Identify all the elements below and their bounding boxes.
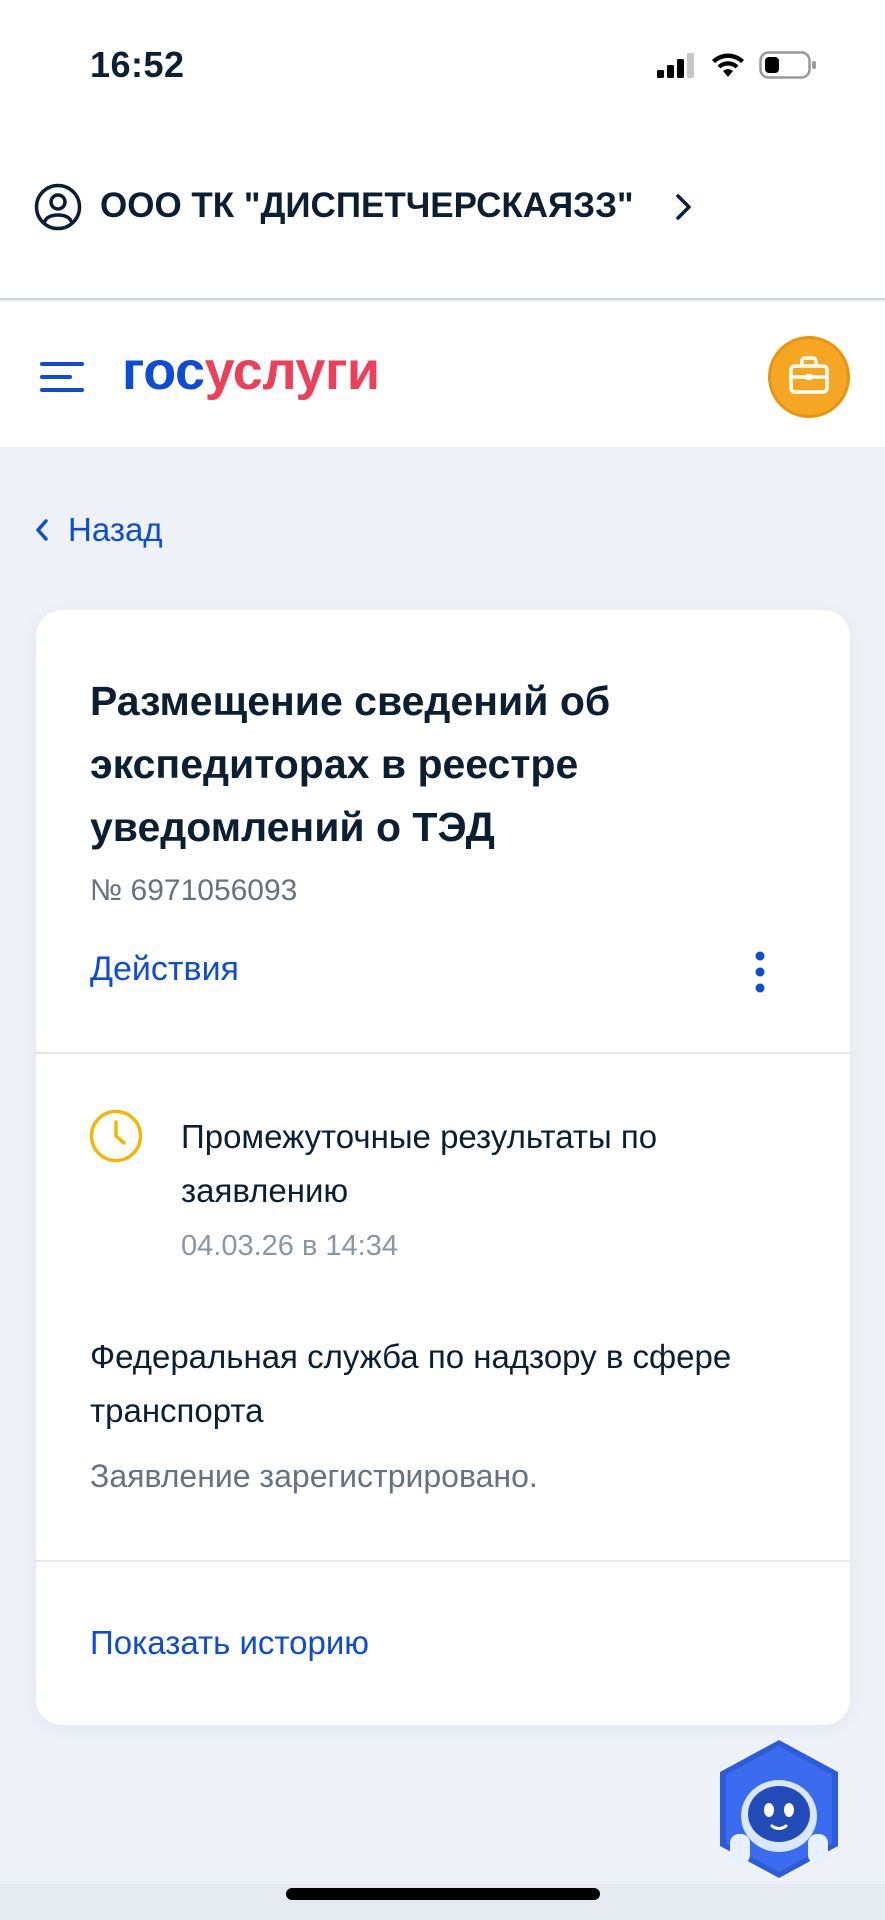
status-time: 16:52 [90, 44, 185, 85]
clock-icon [89, 1109, 143, 1163]
agency-note: Заявление зарегистрировано. [90, 1458, 538, 1494]
status-date: 04.03.26 в 14:34 [181, 1230, 398, 1262]
hamburger-menu-icon[interactable] [38, 357, 86, 397]
cellular-signal-icon [657, 53, 694, 78]
wifi-icon [712, 53, 744, 77]
battery-icon [759, 51, 816, 79]
user-circle-icon [34, 183, 82, 231]
status-icons [657, 50, 817, 80]
card-divider [36, 1560, 850, 1562]
back-link[interactable]: Назад [34, 508, 163, 552]
agency-name: Федеральная служба по надзору в сфере тр… [90, 1338, 732, 1429]
logo-part-gos: гос [122, 341, 205, 401]
kebab-menu-icon[interactable] [750, 950, 770, 994]
account-selector[interactable]: ООО ТК "ДИСПЕТЧЕРСКАЯЗЗ" [0, 140, 885, 300]
chevron-right-icon [676, 194, 691, 220]
briefcase-icon [789, 356, 829, 394]
account-name: ООО ТК "ДИСПЕТЧЕРСКАЯЗЗ" [100, 186, 634, 225]
back-label: Назад [68, 511, 163, 548]
gosuslugi-logo[interactable]: госуслуги [122, 340, 380, 402]
actions-link[interactable]: Действия [90, 950, 239, 989]
application-number: № 6971056093 [90, 874, 298, 907]
chevron-left-icon [36, 519, 48, 541]
home-indicator [286, 1888, 600, 1900]
logo-part-uslugi: услуги [204, 341, 381, 401]
organization-profile-button[interactable] [768, 336, 850, 418]
status-text: Промежуточные результаты по заявлению [181, 1118, 658, 1209]
application-title: Размещение сведений об экспедиторах в ре… [90, 678, 611, 850]
show-history-link[interactable]: Показать историю [90, 1624, 369, 1662]
app-header: госуслуги [0, 302, 885, 447]
status-bar: 16:52 [0, 0, 885, 140]
robot-assistant-icon[interactable] [712, 1736, 846, 1882]
card-divider [36, 1052, 850, 1054]
